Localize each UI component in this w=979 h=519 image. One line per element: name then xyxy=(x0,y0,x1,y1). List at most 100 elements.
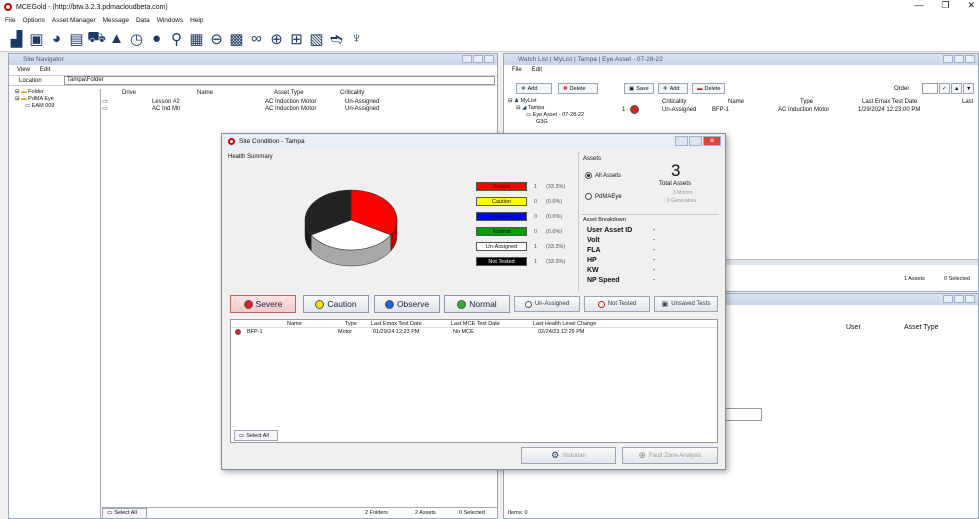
binoculars-icon[interactable]: ∞ xyxy=(248,29,265,48)
move-down-button[interactable]: ▼ xyxy=(963,83,974,94)
not-tested-icon xyxy=(597,300,605,308)
truck-icon[interactable]: ⛟ xyxy=(87,29,106,48)
close-button[interactable]: ✕ xyxy=(967,0,975,11)
check-button[interactable]: ✓ xyxy=(939,83,950,94)
move-up-button[interactable]: ▲ xyxy=(951,83,962,94)
results-grid: Name Type Last Emax Test Date Last MCE T… xyxy=(230,319,718,443)
panel-max-button[interactable] xyxy=(954,295,964,303)
fault-zone-button[interactable]: ⊕ Fault Zone Analysis xyxy=(622,447,718,464)
location-label: Location xyxy=(19,77,42,84)
legend-count: 0 xyxy=(534,229,538,235)
tree-item-eye-asset[interactable]: ▭ Eye Asset - 07-28-22 xyxy=(508,112,618,119)
dialog-maximize-button[interactable] xyxy=(689,136,702,146)
menu-data[interactable]: Data xyxy=(136,17,150,24)
panel-min-button[interactable] xyxy=(943,295,953,303)
severe-filter-button[interactable]: Severe xyxy=(230,295,296,313)
floppy-icon[interactable]: ▣ xyxy=(28,29,45,48)
tree-item-folder[interactable]: ⊟ ▬ Folder xyxy=(9,89,100,96)
caution-filter-button[interactable]: Caution xyxy=(303,295,369,313)
calendar-icon[interactable]: ▩ xyxy=(228,29,245,48)
menu-view[interactable]: View xyxy=(17,67,30,73)
unsaved-tests-button[interactable]: ▣ Unsaved Tests xyxy=(654,296,718,312)
pdf-icon[interactable]: ▧ xyxy=(308,29,325,48)
menu-edit[interactable]: Edit xyxy=(532,67,542,73)
db-icon[interactable]: ▤ xyxy=(68,29,85,48)
observe-filter-button[interactable]: Observe xyxy=(374,295,440,313)
legend-count: 0 xyxy=(534,199,538,205)
menu-help[interactable]: Help xyxy=(190,17,203,24)
bulb-icon[interactable]: ♆ xyxy=(348,29,365,48)
watch-grid-header: Criticality Name Type Last Emax Test Dat… xyxy=(662,99,974,105)
normal-filter-button[interactable]: Normal xyxy=(444,295,510,313)
power-icon[interactable]: ⊖ xyxy=(208,29,225,48)
total-count: 3 xyxy=(671,161,681,180)
pie-icon[interactable]: ◕ xyxy=(48,29,65,48)
select-all-button[interactable]: ▭ Select All xyxy=(234,430,278,441)
tree-item-g3g[interactable]: G3G xyxy=(508,119,618,126)
asset-breakdown-list: User Asset ID - Volt - FLA - HP - KW - NP Spe… xyxy=(587,227,717,287)
menu-file[interactable]: File xyxy=(5,17,15,24)
save-button[interactable]: ▣ Save xyxy=(624,83,654,94)
delete-list-button[interactable]: ✖ Delete xyxy=(558,83,598,94)
table-row[interactable]: 1 Un-Assigned BFP-1 AC Induction Motor 1… xyxy=(622,104,978,114)
panel-close-button[interactable] xyxy=(484,55,494,63)
all-assets-radio[interactable]: All Assets xyxy=(585,172,621,179)
col-user[interactable]: User xyxy=(846,324,904,331)
severe-status-icon xyxy=(235,329,241,335)
tree-item-mylist[interactable]: ⊟ ♟ MyList xyxy=(508,98,618,105)
panel-max-button[interactable] xyxy=(954,55,964,63)
order-field[interactable] xyxy=(922,83,938,94)
table-row[interactable]: BFP-1 Motor 01/29/24 12:23 PM No MCE 02/… xyxy=(231,328,717,336)
triangle-icon[interactable]: ▲ xyxy=(108,29,125,48)
unassigned-icon xyxy=(524,300,532,308)
historian-button[interactable]: ⚙ Historian xyxy=(521,447,616,464)
dialog-close-button[interactable]: ✕ xyxy=(703,136,721,146)
main-toolbar: ▟ ▣ ◕ ▤ ⛟ ▲ ◷ ● ⚲ ▦ ⊖ ▩ ∞ ⊕ ⊞ ▧ ➬ ♆ xyxy=(0,26,979,52)
export-icon[interactable]: ➬ xyxy=(328,29,345,48)
add-item-button[interactable]: ✚ Add xyxy=(658,83,688,94)
col-drive[interactable]: Drive xyxy=(122,90,197,96)
dialog-minimize-button[interactable] xyxy=(675,136,688,146)
caution-icon xyxy=(315,299,325,309)
menu-message[interactable]: Message xyxy=(103,17,129,24)
dialog-title-bar: Site Condition - Tampa ✕ xyxy=(222,134,725,149)
panel-close-button[interactable] xyxy=(965,295,975,303)
delete-item-button[interactable]: ▬ Delete xyxy=(692,83,725,94)
clock-icon[interactable]: ◷ xyxy=(128,29,145,48)
table-row[interactable]: ▭ AC Ind Mtr AC Induction Motor Un-Assig… xyxy=(102,105,497,113)
not-tested-filter-button[interactable]: Not Tested xyxy=(584,296,650,312)
tree-item-tampa[interactable]: ⊟ ◢ Tampa xyxy=(508,105,618,112)
col-asset-type[interactable]: Asset Type xyxy=(904,324,939,331)
search-icon[interactable]: ⚲ xyxy=(168,29,185,48)
panel-max-button[interactable] xyxy=(473,55,483,63)
col-asset-type[interactable]: Asset Type xyxy=(274,90,340,96)
maximize-button[interactable]: ❐ xyxy=(941,0,949,11)
legend-observe: Observe xyxy=(476,212,527,221)
tree-item-eam[interactable]: ▭ EAM 009 xyxy=(9,103,100,110)
menu-file[interactable]: File xyxy=(512,67,522,73)
target-icon[interactable]: ⊕ xyxy=(268,29,285,48)
menu-edit[interactable]: Edit xyxy=(40,67,50,73)
select-all-button[interactable]: ▭ Select All xyxy=(102,507,147,519)
menu-options[interactable]: Options xyxy=(22,17,44,24)
col-name[interactable]: Name xyxy=(197,90,274,96)
panel-min-button[interactable] xyxy=(943,55,953,63)
menu-windows[interactable]: Windows xyxy=(157,17,183,24)
panel-min-button[interactable] xyxy=(462,55,472,63)
col-criticality[interactable]: Criticality xyxy=(340,90,400,96)
table-row[interactable]: ▭ Lesson #2 AC Induction Motor Un-Assign… xyxy=(102,98,497,106)
test-icon[interactable]: ● xyxy=(148,29,165,48)
severe-icon xyxy=(243,299,253,309)
panel-close-button[interactable] xyxy=(965,55,975,63)
tree-item-pdma-eye[interactable]: ⊟ ▬ PdMA Eye xyxy=(9,96,100,103)
chart-icon[interactable]: ⊞ xyxy=(288,29,305,48)
location-field[interactable]: Tampa\Folder xyxy=(64,76,495,85)
bar-chart-icon[interactable]: ▟ xyxy=(8,29,25,48)
watch-list-tree: ⊟ ♟ MyList ⊟ ◢ Tampa ▭ Eye Asset - 07-28… xyxy=(508,98,618,126)
pdmaeye-radio[interactable]: PdMAEye xyxy=(585,193,622,200)
add-list-button[interactable]: ✚ Add xyxy=(516,83,552,94)
doc-icon[interactable]: ▦ xyxy=(188,29,205,48)
unassigned-filter-button[interactable]: Un-Assigned xyxy=(514,296,580,312)
menu-asset-manager[interactable]: Asset Manager xyxy=(52,17,96,24)
minimize-button[interactable]: — xyxy=(914,0,923,11)
